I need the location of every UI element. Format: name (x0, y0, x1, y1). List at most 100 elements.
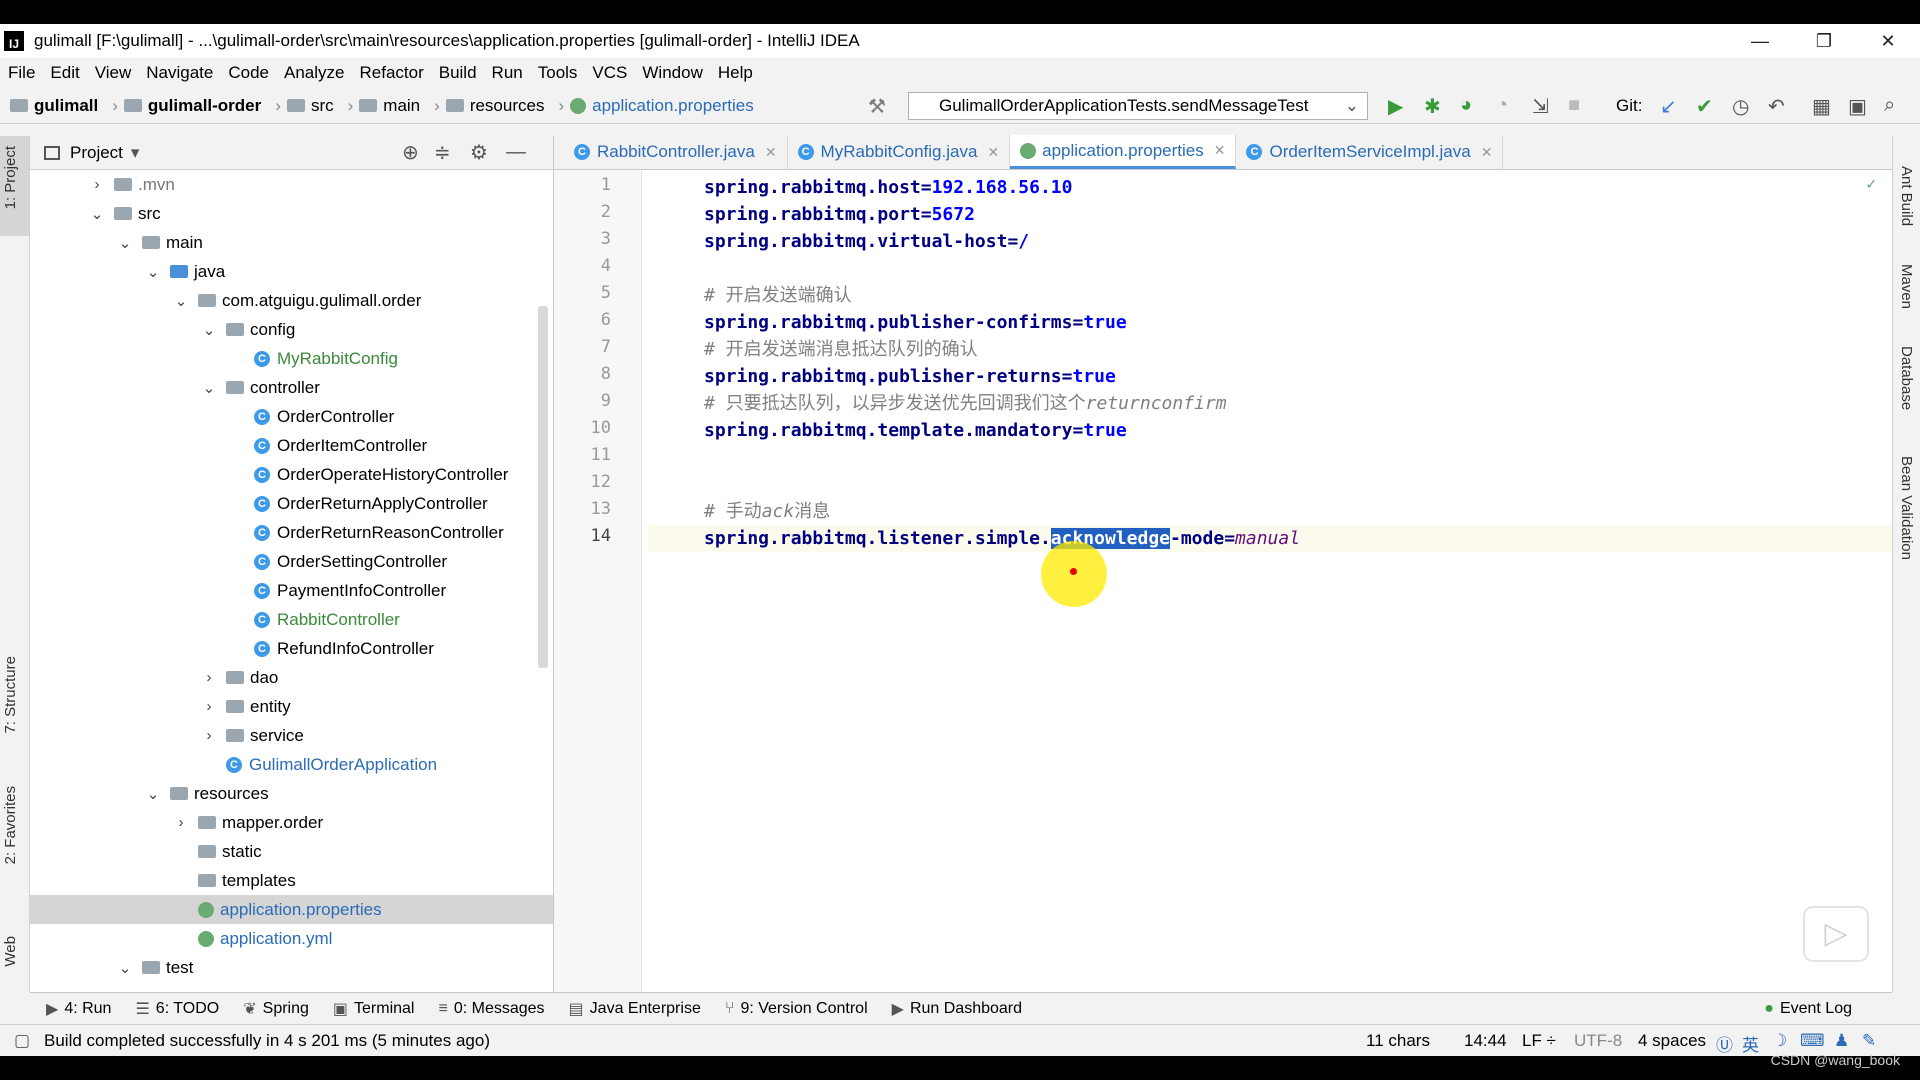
status-toggle-icon[interactable]: ▢ (14, 1031, 30, 1051)
tree-item[interactable]: ⌄ test (30, 953, 553, 982)
tool-favorites[interactable]: 2: Favorites (2, 786, 19, 864)
breadcrumb-gulimall-order[interactable]: gulimall-order (123, 96, 261, 116)
tree-item[interactable]: C OrderController (30, 402, 553, 431)
tab-rabbit-controller[interactable]: C RabbitController.java ✕ (564, 135, 788, 169)
menu-run[interactable]: Run (492, 63, 523, 83)
tree-item-selected[interactable]: application.properties (30, 895, 553, 924)
menu-help[interactable]: Help (718, 63, 753, 83)
tree-item[interactable]: › mapper.order (30, 808, 553, 837)
run-icon[interactable]: ▶ (1388, 94, 1403, 119)
chevron-down-icon[interactable]: ⌄ (172, 292, 190, 310)
attach-icon[interactable]: ⇲ (1532, 94, 1549, 119)
presentation-icon[interactable]: ▣ (1848, 94, 1867, 119)
chevron-right-icon[interactable]: › (200, 698, 218, 715)
menu-file[interactable]: File (8, 63, 35, 83)
minimize-button[interactable]: — (1728, 31, 1792, 52)
close-tab-icon[interactable]: ✕ (1481, 144, 1493, 161)
gear-icon[interactable]: ⚙ (470, 140, 488, 165)
menu-edit[interactable]: Edit (50, 63, 79, 83)
git-update-icon[interactable]: ↙ (1660, 94, 1677, 119)
tool-run[interactable]: ▶ 4: Run (46, 999, 111, 1019)
indent-setting[interactable]: 4 spaces (1638, 1031, 1706, 1051)
tree-item[interactable]: C GulimallOrderApplication (30, 750, 553, 779)
tab-application-properties[interactable]: application.properties ✕ (1010, 135, 1237, 169)
chevron-right-icon[interactable]: › (200, 669, 218, 686)
tool-bean-validation[interactable]: Bean Validation (1898, 456, 1915, 560)
tool-terminal[interactable]: ▣ Terminal (333, 999, 415, 1019)
tool-spring[interactable]: ❦ Spring (243, 999, 309, 1019)
tree-item[interactable]: › service (30, 721, 553, 750)
tool-todo[interactable]: ☰ 6: TODO (135, 999, 219, 1019)
tree-item[interactable]: C OrderReturnApplyController (30, 489, 553, 518)
tree-item[interactable]: static (30, 837, 553, 866)
tree-item[interactable]: ⌄ src (30, 199, 553, 228)
chevron-down-icon[interactable]: ⌄ (144, 785, 162, 803)
breadcrumb-resources[interactable]: resources (445, 96, 544, 116)
tab-my-rabbit-config[interactable]: C MyRabbitConfig.java ✕ (788, 135, 1011, 169)
code-area[interactable]: ✓ spring.rabbitmq.host=192.168.56.10 spr… (648, 170, 1892, 992)
tool-database[interactable]: Database (1898, 346, 1915, 410)
profile-icon[interactable]: ◔ (1496, 94, 1508, 117)
tool-messages[interactable]: ≡ 0: Messages (438, 1000, 544, 1018)
tree-item[interactable]: › .mvn (30, 170, 553, 199)
tree-scrollbar[interactable] (538, 306, 548, 668)
close-tab-icon[interactable]: ✕ (987, 144, 999, 161)
file-encoding[interactable]: UTF-8 (1574, 1031, 1622, 1051)
tool-event-log[interactable]: ● Event Log (1764, 1000, 1852, 1018)
chevron-down-icon[interactable]: ⌄ (116, 234, 134, 252)
chevron-right-icon[interactable]: › (200, 727, 218, 744)
hide-icon[interactable]: — (506, 141, 526, 164)
project-structure-icon[interactable]: ▦ (1812, 94, 1831, 119)
tree-item[interactable]: ⌄ com.atguigu.gulimall.order (30, 286, 553, 315)
project-panel-title[interactable]: Project (70, 143, 123, 163)
tree-item[interactable]: ⌄ resources (30, 779, 553, 808)
tree-item[interactable]: templates (30, 866, 553, 895)
close-button[interactable]: ✕ (1856, 31, 1920, 52)
chevron-down-icon[interactable]: ⌄ (88, 205, 106, 223)
tool-project[interactable]: 1: Project (2, 146, 19, 209)
video-play-icon[interactable]: ▷ (1803, 906, 1869, 962)
tree-item[interactable]: C RabbitController (30, 605, 553, 634)
menu-window[interactable]: Window (642, 63, 702, 83)
tool-web[interactable]: Web (2, 936, 19, 967)
tree-item[interactable]: C OrderSettingController (30, 547, 553, 576)
close-tab-icon[interactable]: ✕ (765, 144, 777, 161)
menu-vcs[interactable]: VCS (592, 63, 627, 83)
locate-icon[interactable]: ⊕ (402, 140, 419, 165)
menu-analyze[interactable]: Analyze (284, 63, 344, 83)
tree-item[interactable]: C RefundInfoController (30, 634, 553, 663)
tool-version-control[interactable]: ⑂ 9: Version Control (725, 1000, 868, 1018)
coverage-icon[interactable]: ◕ (1460, 94, 1472, 117)
tree-item[interactable]: › dao (30, 663, 553, 692)
tool-java-enterprise[interactable]: ▤ Java Enterprise (569, 999, 701, 1019)
search-icon[interactable]: ⌕ (1884, 94, 1895, 117)
tree-item[interactable]: C OrderOperateHistoryController (30, 460, 553, 489)
close-tab-icon[interactable]: ✕ (1214, 142, 1226, 159)
breadcrumb-src[interactable]: src (286, 96, 334, 116)
chevron-down-icon[interactable]: ⌄ (200, 321, 218, 339)
git-rollback-icon[interactable]: ↶ (1768, 94, 1785, 119)
breadcrumb-main[interactable]: main (359, 96, 420, 116)
menu-navigate[interactable]: Navigate (146, 63, 213, 83)
chevron-right-icon[interactable]: › (88, 176, 106, 193)
tree-item[interactable]: C MyRabbitConfig (30, 344, 553, 373)
tree-item[interactable]: ⌄ main (30, 228, 553, 257)
menu-view[interactable]: View (95, 63, 132, 83)
tree-item[interactable]: ⌄ controller (30, 373, 553, 402)
tree-item[interactable]: application.yml (30, 924, 553, 953)
tree-item[interactable]: C PaymentInfoController (30, 576, 553, 605)
tree-item[interactable]: ⌄ java (30, 257, 553, 286)
caret-position[interactable]: 14:44 (1464, 1031, 1507, 1051)
menu-tools[interactable]: Tools (538, 63, 578, 83)
stop-icon[interactable]: ■ (1568, 94, 1580, 117)
chevron-down-icon[interactable]: ⌄ (116, 959, 134, 977)
run-configuration-select[interactable]: GulimallOrderApplicationTests.sendMessag… (908, 92, 1368, 120)
menu-code[interactable]: Code (228, 63, 269, 83)
collapse-all-icon[interactable]: ≑ (434, 140, 451, 165)
tool-maven[interactable]: Maven (1898, 264, 1915, 309)
build-hammer-icon[interactable]: ⚒ (868, 94, 886, 119)
menu-build[interactable]: Build (439, 63, 477, 83)
debug-icon[interactable]: ✱ (1424, 94, 1441, 119)
ime-language[interactable]: 英 (1742, 1031, 1759, 1056)
chevron-down-icon[interactable]: ⌄ (144, 263, 162, 281)
